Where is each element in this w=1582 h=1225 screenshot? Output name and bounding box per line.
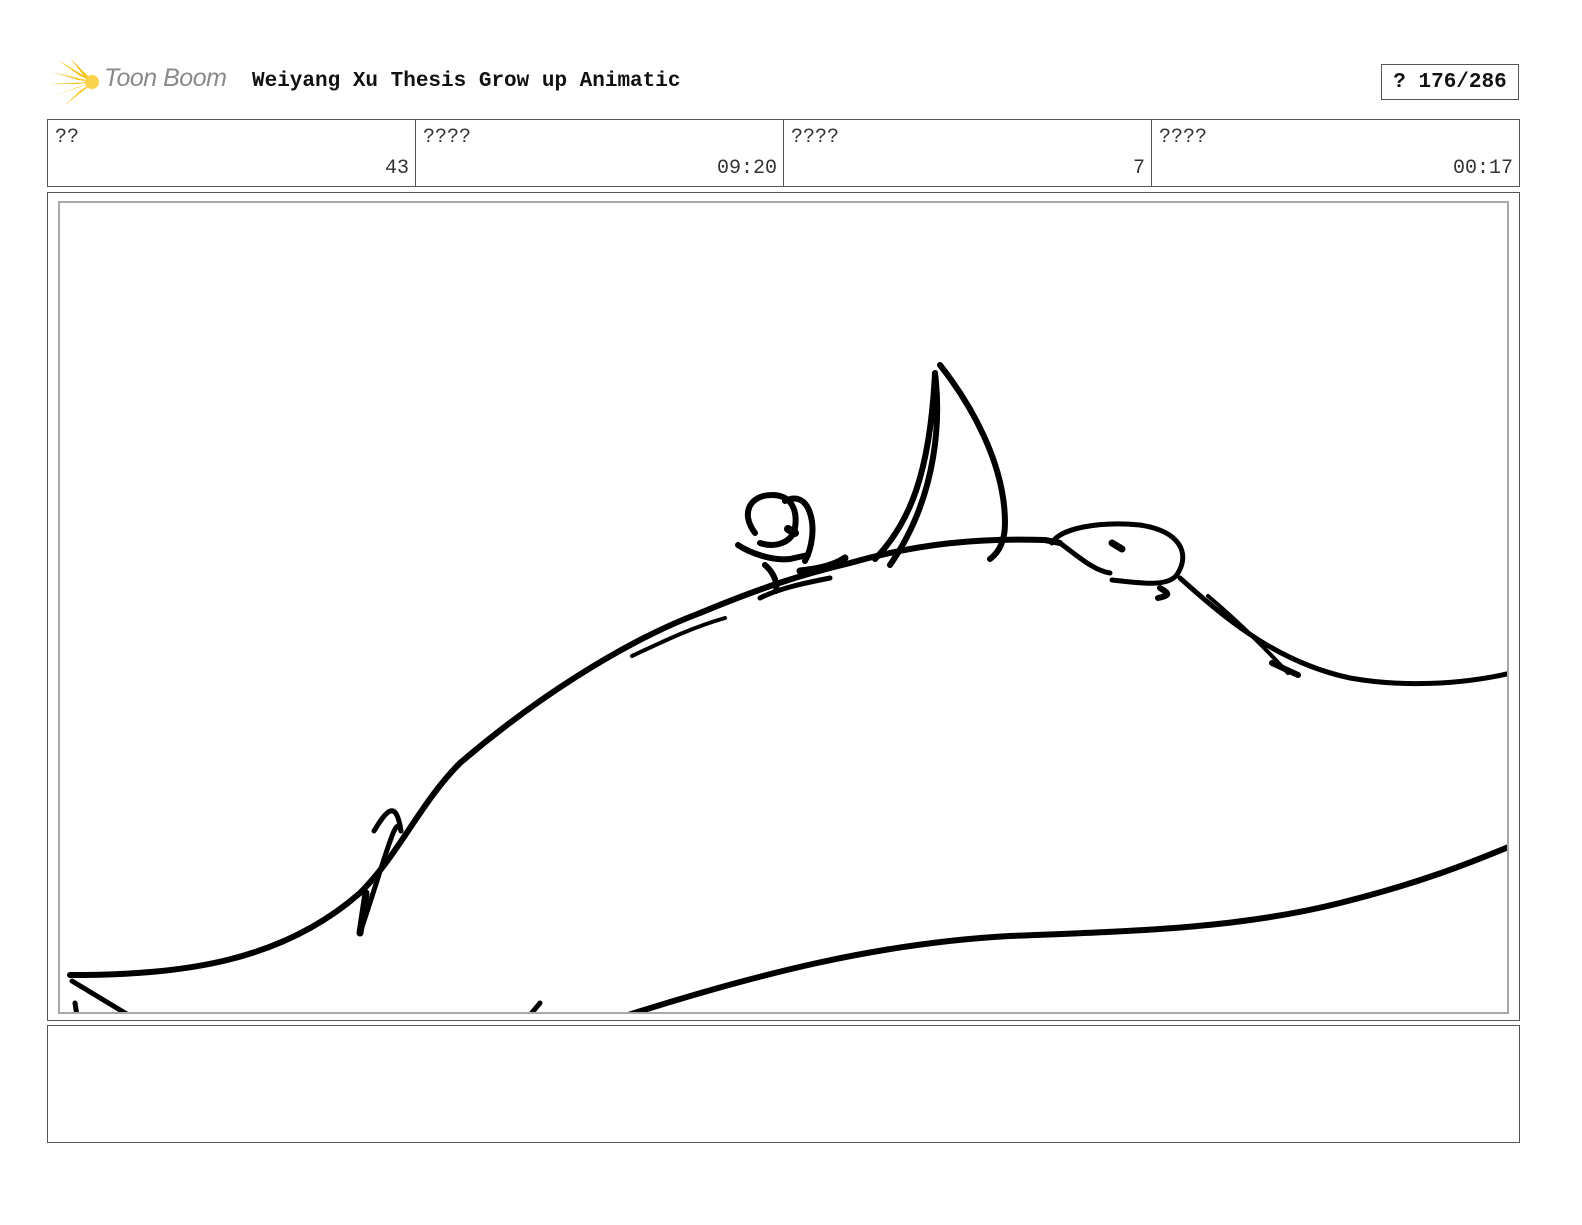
storyboard-panel-frame: [47, 192, 1520, 1021]
toon-boom-logo: Toon Boom: [50, 56, 240, 108]
info-label: ????: [423, 126, 472, 149]
info-cell-scene: ?? 43: [48, 120, 416, 186]
starburst-icon: [50, 58, 99, 106]
page-counter: ? 176/286: [1381, 64, 1519, 100]
panel-info-strip: ?? 43 ???? 09:20 ???? 7 ???? 00:17: [47, 119, 1520, 187]
panel-sketch-image: [67, 362, 1507, 1012]
info-value: 43: [384, 157, 409, 180]
logo-wordmark: Toon Boom: [104, 64, 227, 92]
panel-notes-box: [47, 1025, 1520, 1143]
project-title: Weiyang Xu Thesis Grow up Animatic: [252, 70, 681, 93]
storyboard-panel: [58, 201, 1509, 1014]
info-value: 00:17: [1452, 157, 1513, 180]
info-cell-duration: ???? 09:20: [416, 120, 784, 186]
info-value: 7: [1132, 157, 1145, 180]
info-label: ????: [791, 126, 840, 149]
info-label: ??: [55, 126, 80, 149]
info-value: 09:20: [716, 157, 777, 180]
info-cell-panel-duration: ???? 00:17: [1152, 120, 1519, 186]
info-label: ????: [1159, 126, 1208, 149]
info-cell-panel: ???? 7: [784, 120, 1152, 186]
